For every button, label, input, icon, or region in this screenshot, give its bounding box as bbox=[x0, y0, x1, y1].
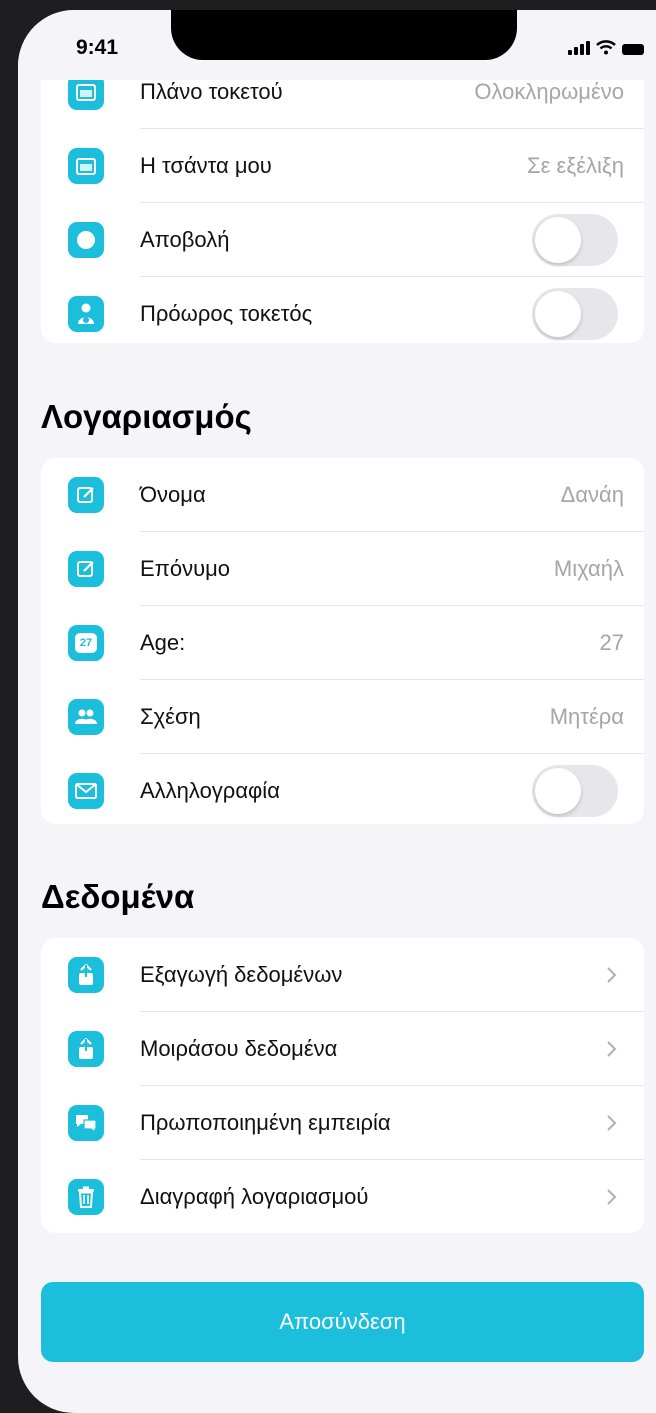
phone-screen: Πλάνο τοκετού Ολοκληρωμένο Η τσάντα μου … bbox=[18, 10, 656, 1413]
status-time: 9:41 bbox=[76, 36, 119, 59]
row-export-data[interactable]: Εξαγωγή δεδομένων bbox=[41, 938, 644, 1012]
trash-icon bbox=[68, 1179, 104, 1215]
row-label: Σχέση bbox=[140, 704, 201, 729]
row-newsletter: Αλληλογραφία bbox=[41, 754, 644, 824]
edit-icon bbox=[68, 551, 104, 587]
data-section-title: Δεδομένα bbox=[41, 878, 195, 915]
row-share-data[interactable]: Μοιράσου δεδομένα bbox=[41, 1012, 644, 1086]
row-label: Πρωποποιημένη εμπειρία bbox=[140, 1110, 391, 1135]
row-label: Διαγραφή λογαριασμού bbox=[140, 1184, 369, 1209]
logout-button[interactable]: Αποσύνδεση bbox=[41, 1282, 644, 1362]
wifi-icon bbox=[596, 40, 616, 55]
row-miscarriage: Αποβολή bbox=[41, 203, 644, 277]
row-value: Δανάη bbox=[560, 482, 624, 507]
row-first-name[interactable]: Όνομα Δανάη bbox=[41, 458, 644, 532]
row-label: Πλάνο τοκετού bbox=[140, 79, 283, 104]
row-age[interactable]: 27 Age: 27 bbox=[41, 606, 644, 680]
row-label: Όνομα bbox=[140, 482, 206, 507]
share-icon bbox=[68, 957, 104, 993]
row-label: Age: bbox=[140, 630, 186, 655]
row-value: Σε εξέλιξη bbox=[527, 153, 624, 178]
newsletter-toggle[interactable] bbox=[532, 765, 618, 817]
row-delete-account[interactable]: Διαγραφή λογαριασμού bbox=[41, 1160, 644, 1233]
calendar-icon bbox=[68, 148, 104, 184]
premature-birth-toggle[interactable] bbox=[532, 288, 618, 340]
row-relation[interactable]: Σχέση Μητέρα bbox=[41, 680, 644, 754]
row-personalized-experience[interactable]: Πρωποποιημένη εμπειρία bbox=[41, 1086, 644, 1160]
chevron-right-icon bbox=[607, 1041, 617, 1057]
row-label: Επόνυμο bbox=[140, 556, 231, 581]
toggle-knob bbox=[535, 768, 581, 814]
row-value: Μιχαήλ bbox=[553, 556, 624, 581]
chevron-right-icon bbox=[607, 1189, 617, 1205]
row-value: Ολοκληρωμένο bbox=[474, 79, 624, 104]
notch bbox=[171, 10, 517, 60]
toggle-knob bbox=[535, 291, 581, 337]
chat-bubbles-icon bbox=[68, 1105, 104, 1141]
account-card: Όνομα Δανάη Επόνυμο Μιχαήλ 27 Age: 27 Σχ… bbox=[41, 458, 644, 824]
row-my-bag[interactable]: Η τσάντα μου Σε εξέλιξη bbox=[41, 129, 644, 203]
envelope-icon bbox=[68, 773, 104, 809]
status-icons bbox=[568, 40, 644, 55]
row-premature-birth: Πρόωρος τοκετός bbox=[41, 277, 644, 343]
row-label: Η τσάντα μου bbox=[140, 153, 272, 178]
row-label: Αλληλογραφία bbox=[140, 778, 280, 803]
chevron-right-icon bbox=[607, 1115, 617, 1131]
battery-icon bbox=[622, 44, 644, 55]
row-label: Εξαγωγή δεδομένων bbox=[140, 962, 343, 987]
baby-icon bbox=[68, 296, 104, 332]
miscarriage-toggle[interactable] bbox=[532, 214, 618, 266]
row-value: 27 bbox=[599, 630, 624, 655]
people-icon bbox=[68, 699, 104, 735]
row-label: Αποβολή bbox=[140, 227, 230, 252]
calendar-number-icon: 27 bbox=[68, 625, 104, 661]
share-icon bbox=[68, 1031, 104, 1067]
row-label: Μοιράσου δεδομένα bbox=[140, 1036, 338, 1061]
toggle-knob bbox=[535, 217, 581, 263]
row-last-name[interactable]: Επόνυμο Μιχαήλ bbox=[41, 532, 644, 606]
pregnancy-card: Πλάνο τοκετού Ολοκληρωμένο Η τσάντα μου … bbox=[41, 55, 644, 343]
chevron-right-icon bbox=[607, 967, 617, 983]
row-label: Πρόωρος τοκετός bbox=[140, 301, 313, 326]
account-section-title: Λογαριασμός bbox=[41, 398, 252, 435]
signal-icon bbox=[568, 41, 590, 55]
data-card: Εξαγωγή δεδομένων Μοιράσου δεδομένα Πρωπ… bbox=[41, 938, 644, 1233]
circle-icon bbox=[68, 222, 104, 258]
row-value: Μητέρα bbox=[549, 704, 624, 729]
edit-icon bbox=[68, 477, 104, 513]
calendar-number: 27 bbox=[75, 633, 97, 653]
